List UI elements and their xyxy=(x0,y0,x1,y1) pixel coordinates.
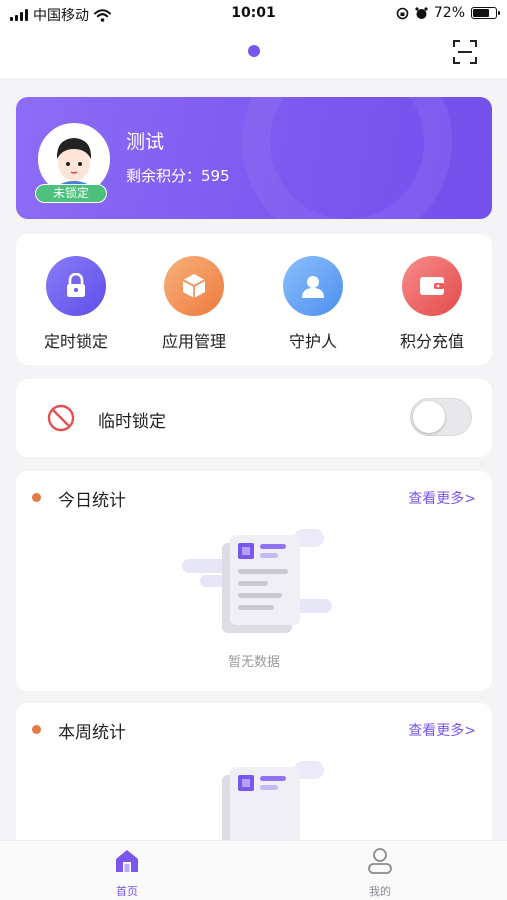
temp-lock-card: 临时锁定 xyxy=(16,379,492,457)
top-nav xyxy=(0,28,507,78)
section-dot xyxy=(32,493,41,502)
menu-label: 应用管理 xyxy=(161,332,226,351)
points-label: 剩余积分： xyxy=(126,167,202,185)
menu-item-app-management[interactable]: 应用管理 xyxy=(144,256,244,352)
status-right: 72% xyxy=(396,5,500,21)
points-remaining: 剩余积分：595 xyxy=(126,165,230,186)
ban-icon xyxy=(47,404,75,432)
alarm-icon xyxy=(415,6,428,19)
lock-icon xyxy=(46,256,106,316)
profile-card[interactable]: 未锁定 测试 剩余积分：595 xyxy=(16,97,492,219)
toggle-knob xyxy=(413,401,445,433)
page-indicator-dot xyxy=(248,45,260,57)
wallet-icon xyxy=(402,256,462,316)
tab-label: 首页 xyxy=(116,885,138,898)
lock-status-badge: 未锁定 xyxy=(35,184,107,203)
points-value: 595 xyxy=(201,167,230,185)
temp-lock-label: 临时锁定 xyxy=(98,412,166,432)
user-icon xyxy=(368,848,392,874)
user-name: 测试 xyxy=(126,131,165,153)
empty-data-icon xyxy=(182,529,332,633)
avatar-illustration xyxy=(40,125,108,193)
home-icon xyxy=(116,850,138,872)
tab-label: 我的 xyxy=(369,885,391,898)
scan-icon[interactable] xyxy=(451,38,479,66)
section-dot xyxy=(32,725,41,734)
battery-percent: 72% xyxy=(433,5,465,21)
menu-label: 积分充值 xyxy=(399,332,464,351)
week-stats-title: 本周统计 xyxy=(58,723,126,743)
today-stats-more-link[interactable]: 查看更多> xyxy=(408,488,476,508)
tab-bar: 首页 我的 xyxy=(0,840,507,900)
menu-item-points-recharge[interactable]: 积分充值 xyxy=(382,256,482,352)
today-stats-title: 今日统计 xyxy=(58,491,126,511)
person-icon xyxy=(283,256,343,316)
feature-menu: 定时锁定 应用管理 守护人 积分充值 xyxy=(16,234,492,365)
week-stats-more-link[interactable]: 查看更多> xyxy=(408,720,476,740)
menu-label: 定时锁定 xyxy=(43,332,108,351)
cube-icon xyxy=(164,256,224,316)
status-bar: 中国移动 10:01 72% xyxy=(0,0,507,28)
menu-item-guardian[interactable]: 守护人 xyxy=(263,256,363,352)
menu-label: 守护人 xyxy=(288,332,337,351)
battery-icon xyxy=(471,7,500,19)
temp-lock-toggle[interactable] xyxy=(410,398,472,436)
card-decoration xyxy=(242,97,452,219)
orientation-lock-icon xyxy=(396,7,409,19)
tab-mine[interactable]: 我的 xyxy=(330,847,430,899)
empty-data-text: 暂无数据 xyxy=(227,655,280,670)
tab-home[interactable]: 首页 xyxy=(77,847,177,899)
menu-item-timed-lock[interactable]: 定时锁定 xyxy=(26,256,126,352)
today-stats-card: 今日统计 查看更多> 暂无数据 xyxy=(16,471,492,691)
